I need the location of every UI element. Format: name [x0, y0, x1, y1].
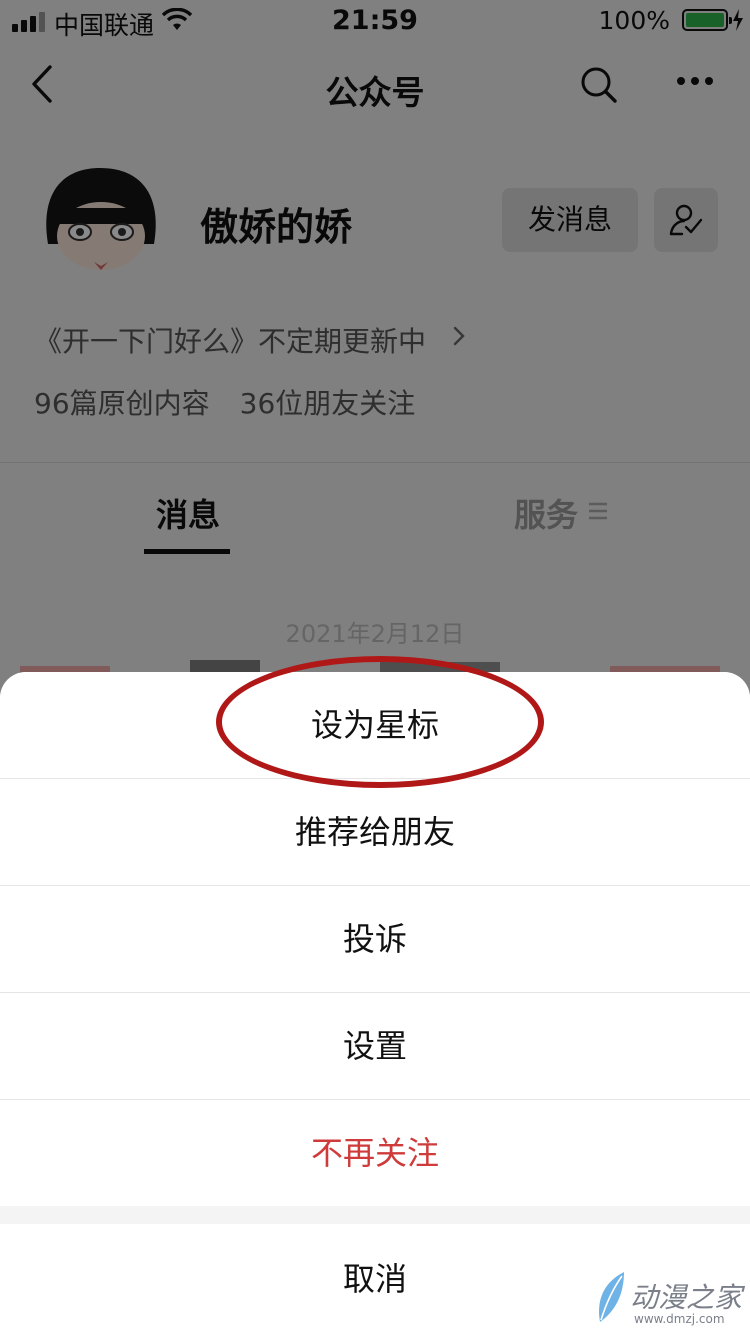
unfollow-button[interactable]: 不再关注 — [0, 1100, 750, 1206]
settings-button[interactable]: 设置 — [0, 993, 750, 1099]
watermark-text: 动漫之家 — [630, 1281, 743, 1314]
watermark: 动漫之家 www.dmzj.com — [594, 1268, 744, 1328]
report-button[interactable]: 投诉 — [0, 886, 750, 992]
official-account-page: 中国联通 21:59 100% 公众号 傲娇的娇 发消息 《开一下门好么》不定期… — [0, 0, 750, 1334]
feather-icon — [599, 1272, 624, 1322]
recommend-to-friend-button[interactable]: 推荐给朋友 — [0, 779, 750, 885]
watermark-url: www.dmzj.com — [634, 1312, 725, 1326]
highlight-circle — [216, 656, 544, 788]
sheet-gap — [0, 1206, 750, 1224]
